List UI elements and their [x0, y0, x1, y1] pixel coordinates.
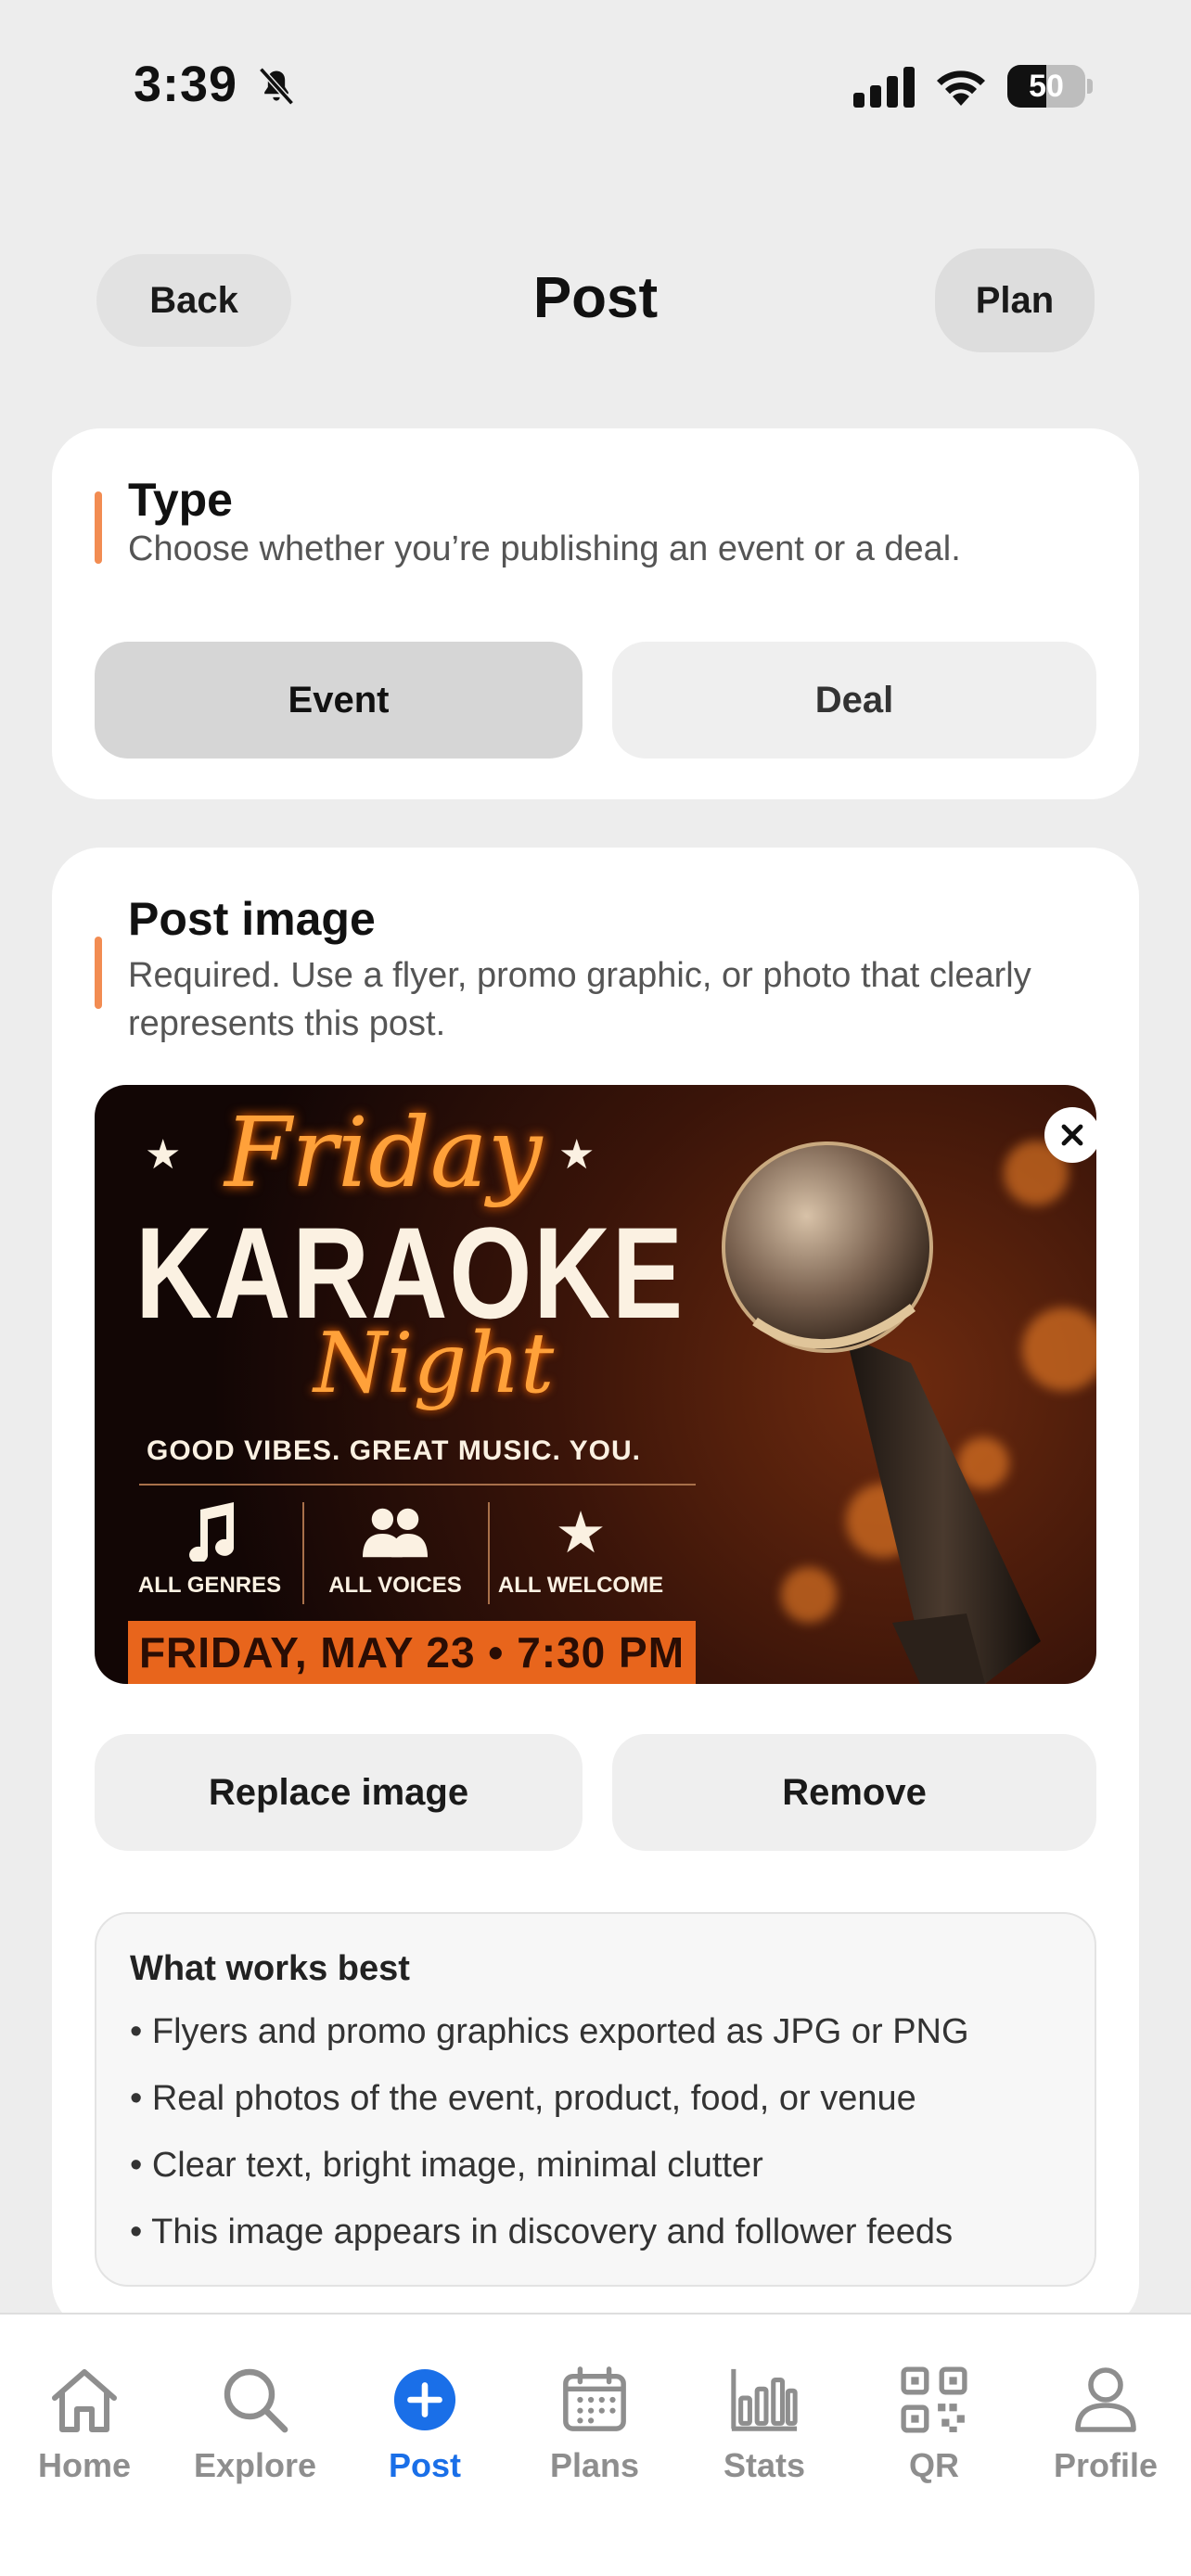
status-bar: 3:39 50 [0, 0, 1191, 167]
microphone-image [722, 1141, 1041, 1684]
bottom-tab-bar: Home Explore Post Plans Stats QR Profile [0, 2313, 1191, 2576]
qr-code-icon [901, 2366, 967, 2433]
flyer-divider [488, 1502, 490, 1604]
tab-label: Post [388, 2446, 461, 2484]
flyer-feature-genres: ALL GENRES [126, 1498, 293, 1599]
flyer-feature-label: ALL GENRES [137, 1573, 282, 1598]
replace-image-button[interactable]: Replace image [95, 1734, 583, 1851]
tip-item: • Flyers and promo graphics exported as … [130, 2012, 969, 2051]
tip-item: • Clear text, bright image, minimal clut… [130, 2146, 763, 2185]
post-image-preview: ★ ★ Friday KARAOKE Night GOOD VIBES. GRE… [95, 1085, 1096, 1684]
wifi-icon [937, 70, 985, 106]
tab-label: Stats [723, 2446, 806, 2484]
tip-item: • Real photos of the event, product, foo… [130, 2079, 916, 2118]
tab-label: QR [909, 2446, 959, 2484]
bar-chart-icon [731, 2368, 798, 2431]
flyer-line-friday: Friday [224, 1096, 543, 1209]
calendar-icon [563, 2366, 626, 2431]
image-section-description: Required. Use a flyer, promo graphic, or… [128, 956, 1031, 1043]
close-icon [1061, 1124, 1083, 1146]
music-note-icon [189, 1502, 235, 1562]
flyer-tagline: GOOD VIBES. GREAT MUSIC. YOU. [147, 1435, 641, 1466]
search-icon [224, 2368, 288, 2433]
cellular-signal-icon [853, 67, 915, 108]
person-icon [1075, 2367, 1136, 2432]
flyer-divider [302, 1502, 304, 1604]
type-option-event[interactable]: Event [95, 642, 583, 759]
bell-off-icon [259, 67, 294, 106]
section-accent-bar [95, 937, 102, 1009]
remove-image-close-button[interactable] [1044, 1107, 1096, 1163]
type-card: Type Choose whether you’re publishing an… [52, 428, 1139, 799]
people-icon [363, 1508, 428, 1558]
tab-label: Profile [1053, 2446, 1159, 2484]
tab-explore[interactable]: Explore [170, 2361, 340, 2485]
status-time: 3:39 [134, 57, 238, 112]
tab-label: Home [37, 2446, 132, 2484]
battery-icon: 50 [1007, 65, 1093, 108]
post-image-card: Post image Required. Use a flyer, promo … [52, 848, 1139, 2331]
tab-post[interactable]: Post [339, 2361, 510, 2485]
image-section-title: Post image [128, 893, 376, 945]
tab-plans[interactable]: Plans [509, 2361, 680, 2485]
flyer-date-banner: FRIDAY, MAY 23 • 7:30 PM [128, 1621, 696, 1684]
tab-qr[interactable]: QR [849, 2361, 1019, 2485]
plan-button[interactable]: Plan [935, 249, 1095, 352]
home-icon [52, 2369, 117, 2432]
flyer-feature-label: ALL VOICES [328, 1573, 462, 1598]
tab-label: Plans [549, 2446, 640, 2484]
star-icon: ★ [145, 1132, 182, 1178]
section-accent-bar [95, 491, 102, 564]
flyer-feature-label: ALL WELCOME [497, 1573, 664, 1598]
flyer-divider [139, 1484, 696, 1486]
flyer-feature-voices: ALL VOICES [312, 1498, 479, 1599]
tab-home[interactable]: Home [0, 2361, 170, 2485]
image-tips-box: What works best • Flyers and promo graph… [95, 1912, 1096, 2287]
remove-image-button[interactable]: Remove [612, 1734, 1096, 1851]
type-section-description: Choose whether you’re publishing an even… [128, 529, 961, 568]
star-icon: ★ [555, 1500, 607, 1565]
star-icon: ★ [558, 1132, 596, 1178]
tip-item: • This image appears in discovery and fo… [130, 2213, 954, 2251]
battery-level: 50 [1029, 69, 1064, 104]
plus-circle-icon [393, 2368, 456, 2431]
tab-stats[interactable]: Stats [679, 2361, 850, 2485]
tab-profile[interactable]: Profile [1020, 2361, 1191, 2485]
flyer-feature-welcome: ★ ALL WELCOME [497, 1498, 664, 1599]
tab-label: Explore [193, 2446, 317, 2484]
flyer-line-night: Night [314, 1315, 555, 1412]
type-option-deal[interactable]: Deal [612, 642, 1096, 759]
tips-title: What works best [130, 1949, 410, 1988]
type-section-title: Type [128, 474, 233, 526]
